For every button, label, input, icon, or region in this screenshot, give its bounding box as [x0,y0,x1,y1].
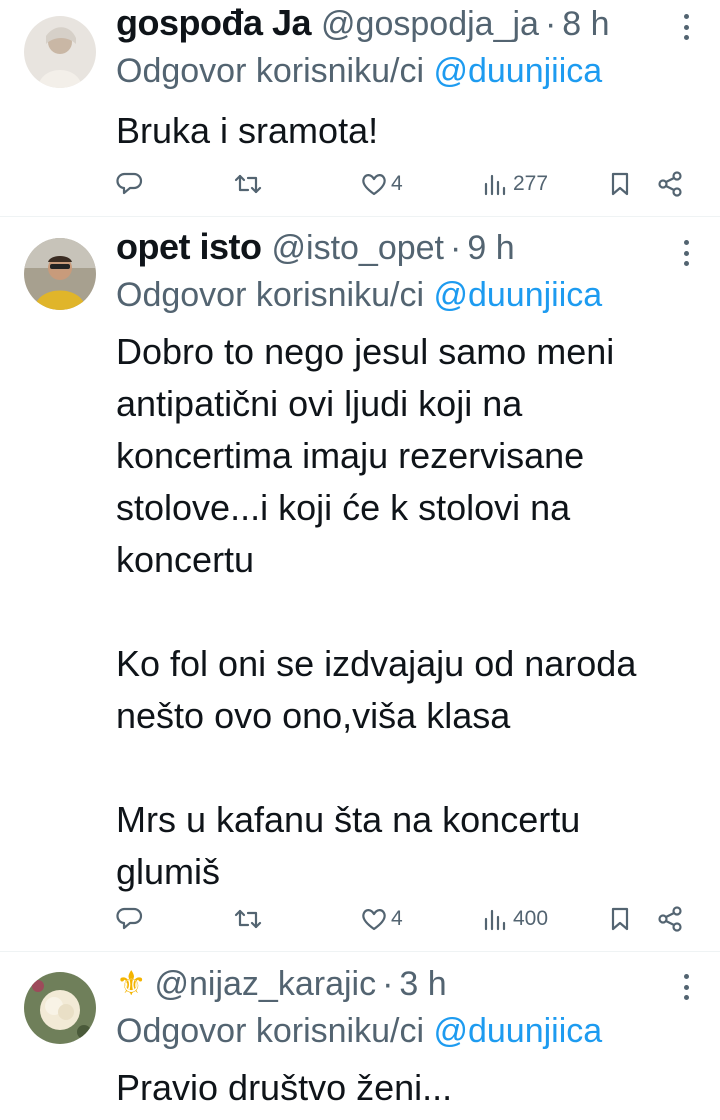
reply-context: Odgovor korisniku/ci @duunjiica [116,1012,602,1051]
heart-icon [362,174,386,196]
view-count: 277 [513,172,549,195]
username[interactable]: @isto_opet [272,229,445,268]
views-button[interactable]: 400 [482,899,548,939]
reply-icon [116,172,143,195]
bookmark-button[interactable] [606,899,634,939]
fleur-de-lis-icon: ⚜ [116,965,147,1003]
reply-icon [116,907,143,930]
separator: · [450,229,462,267]
share-icon [658,171,682,197]
reply-prefix: Odgovor korisniku/ci [116,276,425,314]
bookmark-icon [611,907,629,931]
more-icon[interactable] [680,14,692,40]
reply-prefix: Odgovor korisniku/ci [116,1012,425,1050]
reply-button[interactable] [116,164,144,204]
tweet[interactable]: gospođa Ja @gospodja_ja · 8 h Odgovor ko… [0,0,720,215]
reply-mention[interactable]: @duunjiica [433,276,602,314]
tweet-text: Pravio društvo ženi... [116,1067,453,1108]
divider [0,951,720,952]
reply-prefix: Odgovor korisniku/ci [116,52,425,90]
retweet-button[interactable] [234,164,262,204]
reply-mention[interactable]: @duunjiica [433,52,602,90]
timestamp[interactable]: 9 h [467,229,514,268]
view-count: 400 [513,907,549,930]
retweet-button[interactable] [234,899,262,939]
tweet[interactable]: ⚜ @nijaz_karajic · 3 h Odgovor korisniku… [0,956,720,1120]
reply-button[interactable] [116,899,144,939]
avatar[interactable] [24,238,96,310]
avatar[interactable] [24,16,96,88]
reply-mention[interactable]: @duunjiica [433,1012,602,1050]
timestamp[interactable]: 8 h [562,5,609,44]
more-icon[interactable] [680,974,692,1000]
display-name[interactable]: gospođa Ja [116,2,312,44]
display-name[interactable]: opet isto [116,226,262,268]
reply-context: Odgovor korisniku/ci @duunjiica [116,52,602,91]
retweet-icon [234,174,262,194]
username[interactable]: @nijaz_karajic [154,965,376,1004]
action-bar: 4 400 [116,899,690,939]
action-bar: 4 277 [116,164,690,204]
avatar[interactable] [24,972,96,1044]
like-count: 4 [391,907,403,930]
views-icon [484,909,506,931]
username[interactable]: @gospodja_ja [321,5,539,44]
tweet[interactable]: opet isto @isto_opet · 9 h Odgovor koris… [0,222,720,950]
views-icon [484,174,506,196]
heart-icon [362,909,386,931]
like-count: 4 [391,172,403,195]
like-button[interactable]: 4 [360,899,403,939]
bookmark-icon [611,172,629,196]
retweet-icon [234,909,262,929]
like-button[interactable]: 4 [360,164,403,204]
separator: · [544,5,557,43]
tweet-text: Dobro to nego jesul samo meni antipatičn… [116,331,637,892]
share-button[interactable] [656,899,684,939]
tweet-text: Bruka i sramota! [116,110,379,151]
reply-context: Odgovor korisniku/ci @duunjiica [116,276,602,315]
views-button[interactable]: 277 [482,164,548,204]
bookmark-button[interactable] [606,164,634,204]
divider [0,216,720,217]
separator: · [382,965,394,1003]
share-button[interactable] [656,164,684,204]
timestamp[interactable]: 3 h [399,965,446,1004]
more-icon[interactable] [680,240,692,266]
share-icon [658,906,682,932]
